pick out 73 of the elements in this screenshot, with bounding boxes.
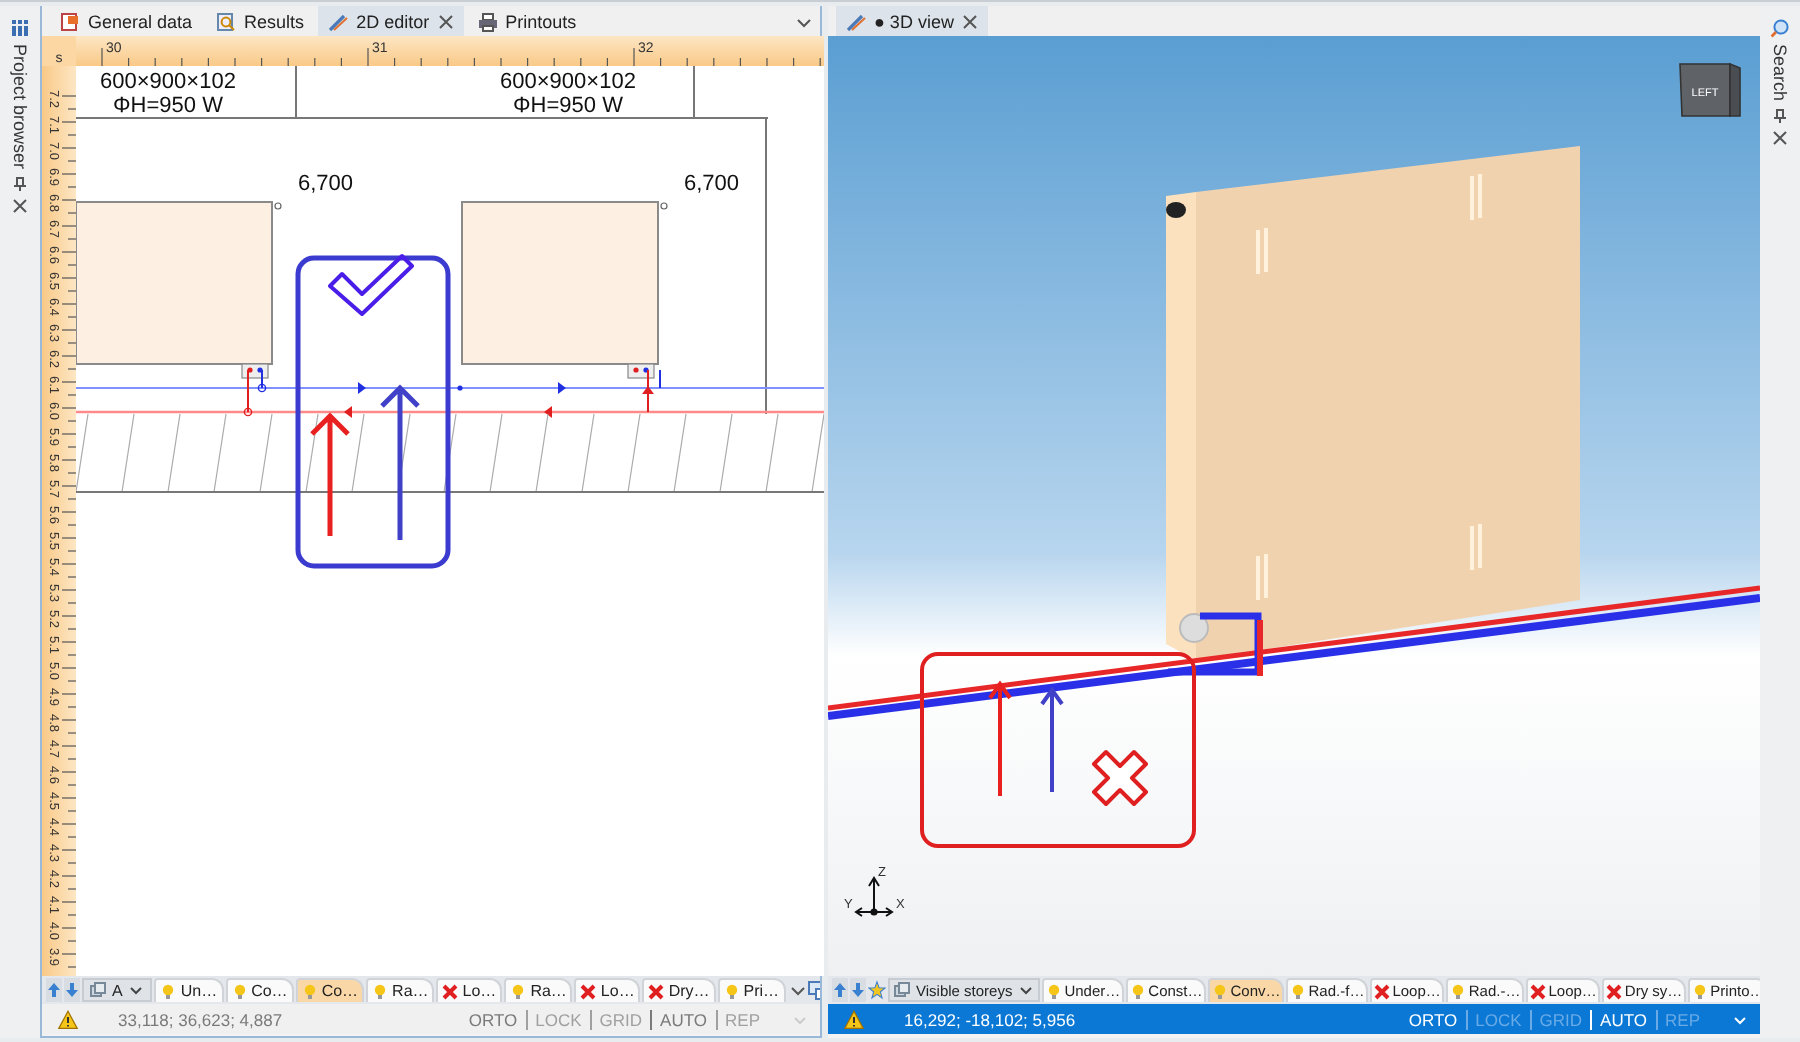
star-icon[interactable] <box>868 980 886 1000</box>
grid-icon[interactable] <box>10 18 30 38</box>
search-icon[interactable] <box>1770 18 1790 38</box>
radiator[interactable] <box>461 201 668 379</box>
layers-icon <box>90 982 106 998</box>
pencil-icon <box>846 11 866 31</box>
close-icon[interactable] <box>437 13 454 29</box>
previous-button[interactable] <box>46 978 62 1002</box>
chevron-down-icon[interactable] <box>796 13 812 29</box>
tab[interactable]: 2D editor <box>318 6 464 36</box>
radiator-size-label: 600×900×102 <box>100 70 236 94</box>
close-icon[interactable] <box>12 197 28 214</box>
up-arrow-icon <box>46 982 62 998</box>
caret-icon <box>792 1011 808 1027</box>
radiator-power-label: ΦH=950 W <box>513 94 623 118</box>
up-arrow-icon <box>832 982 848 998</box>
down-arrow-icon <box>850 982 866 998</box>
caret-icon <box>1732 1011 1748 1027</box>
next-button[interactable] <box>64 978 80 1002</box>
layers-icon <box>894 982 910 998</box>
layer-tab[interactable]: Un… <box>154 978 224 1002</box>
layer-tab[interactable]: Pri… <box>717 978 786 1002</box>
upward-arrow <box>1040 686 1064 794</box>
view-cube[interactable] <box>1679 62 1741 117</box>
height-label: 6,700 <box>684 172 740 196</box>
axis-gizmo-icon <box>854 876 894 917</box>
coordinates-readout: 33,118; 36,623; 4,887 <box>118 1009 283 1029</box>
radiator-power-label: ΦH=950 W <box>113 94 223 118</box>
pin-icon[interactable] <box>1772 107 1788 124</box>
tab[interactable]: General data <box>50 6 203 36</box>
printer-icon <box>477 11 498 31</box>
next-button[interactable] <box>850 978 866 1002</box>
snap-mode-toggle[interactable]: ORTO <box>460 1009 526 1029</box>
chevron-down-icon[interactable] <box>789 982 806 998</box>
coordinates-readout: 16,292; -18,102; 5,956 <box>904 1009 1076 1029</box>
panel-title[interactable]: Project browser <box>10 44 30 170</box>
tab[interactable]: Printouts <box>467 6 587 36</box>
layer-tab[interactable]: Co… <box>295 978 365 1002</box>
layer-tab[interactable]: Lo… <box>436 978 503 1002</box>
snap-mode-toggle[interactable]: AUTO <box>1590 1009 1656 1029</box>
layer-tab[interactable]: Co… <box>225 978 294 1002</box>
layer-tab[interactable]: Ra… <box>504 978 573 1002</box>
magnifier-icon <box>216 11 237 31</box>
return-pipe[interactable] <box>76 369 824 394</box>
warning-icon <box>58 1009 78 1029</box>
radiator[interactable] <box>76 201 282 379</box>
pipe-drawing[interactable] <box>828 585 1760 720</box>
pencil-icon <box>328 11 349 31</box>
down-arrow-icon <box>64 982 80 998</box>
storey-dropdown[interactable]: A <box>82 978 153 1002</box>
layer-tab[interactable]: Ra… <box>366 978 435 1002</box>
height-label: 6,700 <box>298 172 354 196</box>
panel-title[interactable]: Search <box>1770 44 1790 102</box>
document-icon <box>60 11 80 31</box>
tab[interactable]: ● 3D view <box>836 6 988 36</box>
upward-arrow <box>309 412 351 539</box>
snap-mode-toggle[interactable]: ORTO <box>1400 1009 1466 1029</box>
upward-arrow <box>988 680 1012 798</box>
close-icon[interactable] <box>1772 129 1788 146</box>
layer-tab[interactable]: Lo… <box>574 978 641 1002</box>
close-icon[interactable] <box>961 13 978 29</box>
previous-button[interactable] <box>832 978 848 1002</box>
radiator-drawing[interactable] <box>1166 146 1580 660</box>
radiator-size-label: 600×900×102 <box>500 70 636 94</box>
caret-icon <box>128 982 145 998</box>
tab[interactable]: Results <box>206 6 315 36</box>
drawing-canvas[interactable]: 600×900×102 ΦH=950 W 6,700 600×900×102 ΦH=950 W 6,700 <box>76 66 824 976</box>
supply-pipe[interactable] <box>76 369 824 418</box>
warning-icon <box>844 1009 864 1029</box>
caret-icon <box>1018 982 1035 998</box>
snap-mode-toggle[interactable]: AUTO <box>650 1009 716 1029</box>
layer-tab[interactable]: Dry… <box>642 978 716 1002</box>
pin-icon[interactable] <box>12 175 28 192</box>
